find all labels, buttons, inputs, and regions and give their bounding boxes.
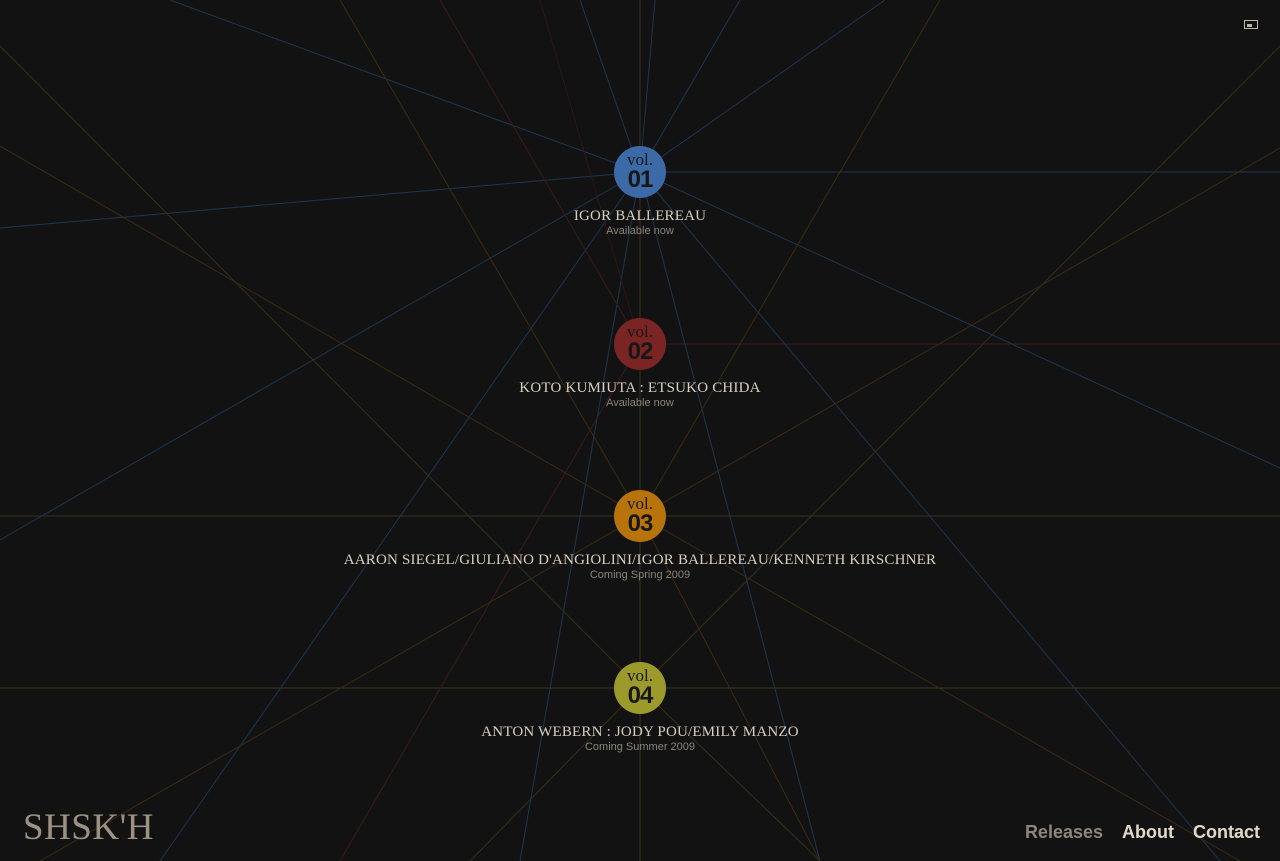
vol-label: vol. bbox=[627, 150, 653, 169]
vol-label: vol. bbox=[627, 494, 653, 513]
nav-contact[interactable]: Contact bbox=[1193, 822, 1260, 843]
vol-label: vol. bbox=[627, 666, 653, 685]
vol-number: 02 bbox=[627, 338, 654, 365]
vol-number: 03 bbox=[627, 510, 654, 537]
background-line bbox=[639, 0, 941, 517]
release-status: Coming Spring 2009 bbox=[589, 569, 691, 581]
release-vol-04[interactable]: vol. 04 ANTON WEBERN : JODY POU/EMILY MA… bbox=[0, 662, 1280, 754]
release-title[interactable]: IGOR BALLEREAU bbox=[0, 208, 1280, 224]
vol-label: vol. bbox=[627, 322, 653, 341]
release-status: Available now bbox=[606, 397, 674, 409]
release-title[interactable]: KOTO KUMIUTA : ETSUKO CHIDA bbox=[0, 380, 1280, 396]
vol-number: 04 bbox=[627, 682, 654, 709]
release-vol-01[interactable]: vol. 01 IGOR BALLEREAU Available now bbox=[0, 146, 1280, 238]
release-vol-02[interactable]: vol. 02 KOTO KUMIUTA : ETSUKO CHIDA Avai… bbox=[0, 318, 1280, 410]
vol-number: 01 bbox=[627, 166, 654, 193]
vol-04-badge[interactable]: vol. 04 bbox=[614, 662, 666, 714]
release-title[interactable]: ANTON WEBERN : JODY POU/EMILY MANZO bbox=[0, 724, 1280, 740]
release-title[interactable]: AARON SIEGEL/GIULIANO D'ANGIOLINI/IGOR B… bbox=[0, 552, 1280, 568]
vol-01-badge[interactable]: vol. 01 bbox=[614, 146, 666, 198]
nav-releases[interactable]: Releases bbox=[1025, 822, 1103, 843]
background-line bbox=[339, 0, 641, 517]
fullscreen-toggle-icon[interactable] bbox=[1244, 20, 1258, 29]
vol-02-badge[interactable]: vol. 02 bbox=[614, 318, 666, 370]
main-nav: Releases About Contact bbox=[1025, 822, 1260, 843]
nav-about[interactable]: About bbox=[1122, 822, 1174, 843]
release-status: Coming Summer 2009 bbox=[584, 741, 696, 753]
release-vol-03[interactable]: vol. 03 AARON SIEGEL/GIULIANO D'ANGIOLIN… bbox=[0, 490, 1280, 582]
vol-03-badge[interactable]: vol. 03 bbox=[614, 490, 666, 542]
release-status: Available now bbox=[606, 225, 674, 237]
site-logo[interactable]: SHSK'H bbox=[23, 806, 154, 849]
